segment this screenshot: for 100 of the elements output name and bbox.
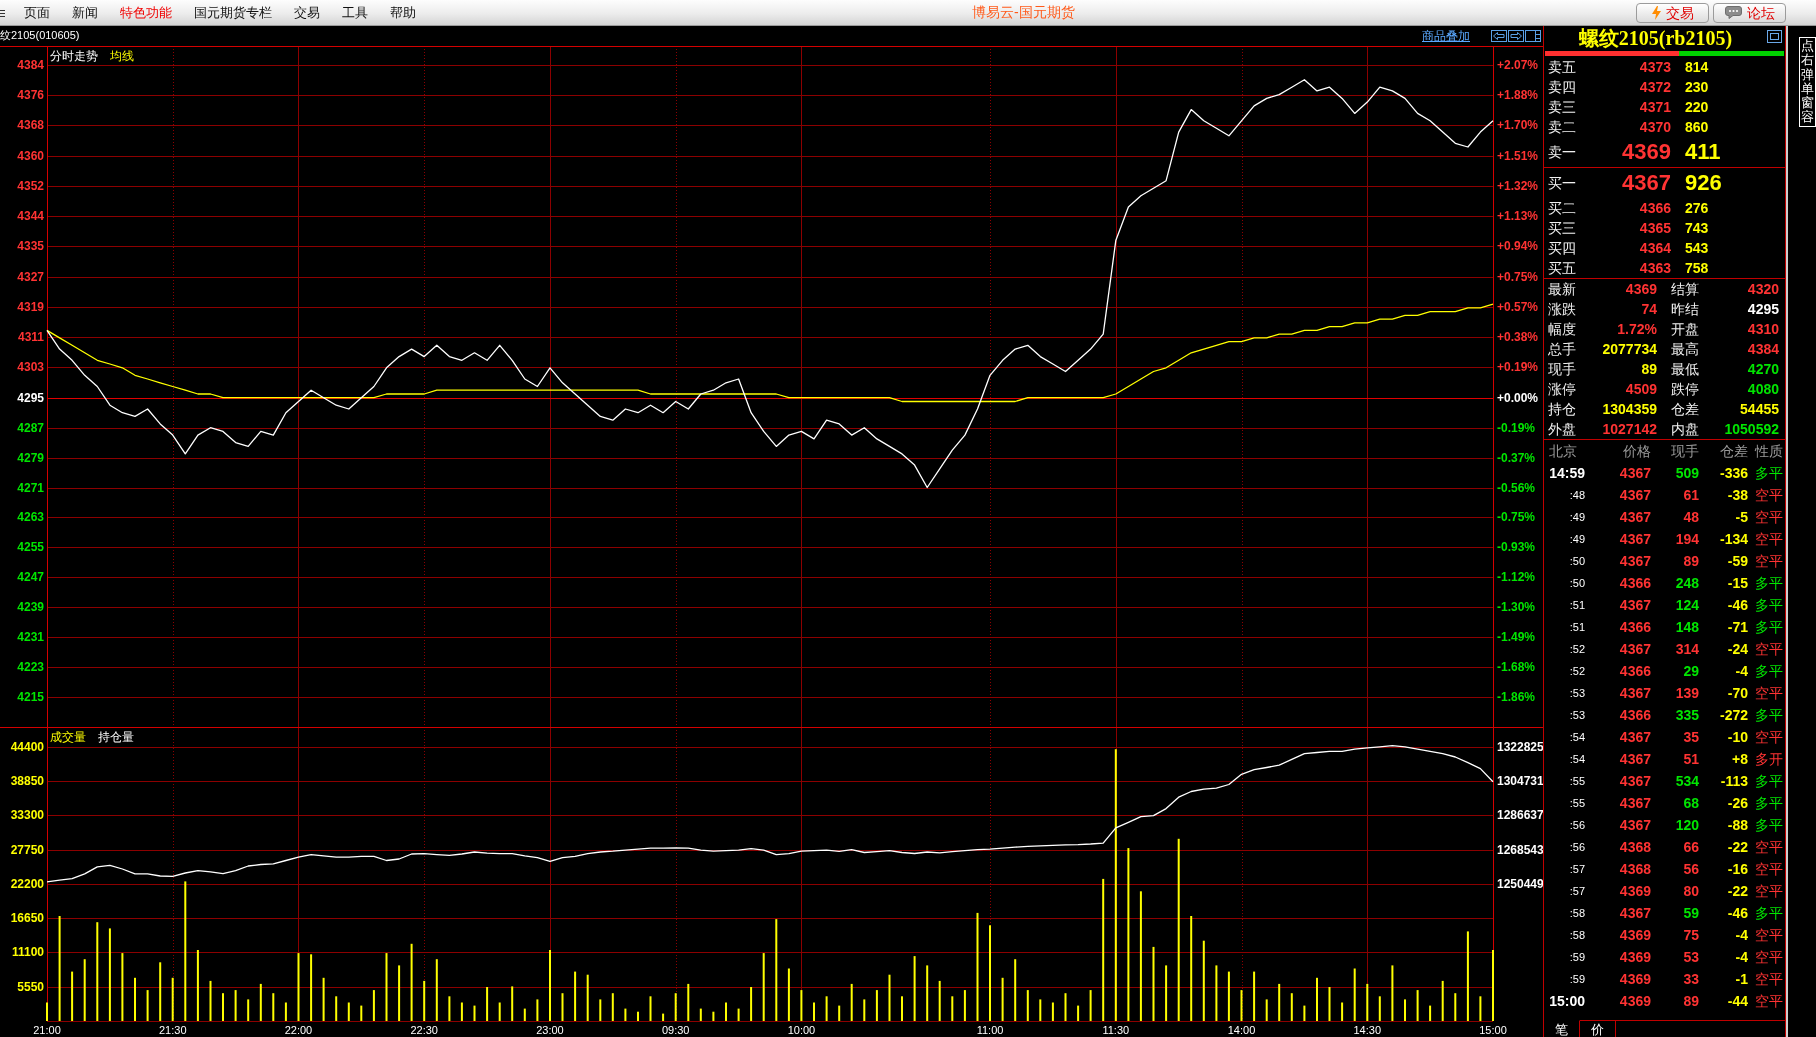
tick-price: 4368	[1619, 860, 1651, 878]
tick-time: :56	[1569, 840, 1585, 854]
axis-label: +0.19%	[1497, 360, 1539, 375]
tick-time: :57	[1569, 862, 1585, 876]
tick-oi-change: -4	[1735, 948, 1748, 966]
menu-item[interactable]: 国元期货专栏	[183, 1, 283, 24]
tick-oi-change: -113	[1720, 772, 1748, 790]
axis-label: +1.51%	[1497, 148, 1539, 163]
tick-oi-change: +8	[1732, 750, 1748, 768]
axis-label: 4223	[17, 660, 44, 675]
tick-time: :51	[1569, 620, 1585, 634]
axis-label: 4295	[17, 390, 44, 405]
tick-price: 4367	[1619, 684, 1651, 702]
maximize-icon[interactable]	[1767, 30, 1782, 43]
menu-item[interactable]: 页面	[13, 1, 61, 24]
right-arrow-icon[interactable]	[1508, 30, 1524, 42]
tick-price: 4366	[1619, 574, 1651, 592]
axis-label: 4279	[17, 450, 44, 465]
tick-volume: 56	[1683, 860, 1699, 878]
tick-price: 4367	[1619, 904, 1651, 922]
tick-volume: 35	[1683, 728, 1699, 746]
tick-time: :53	[1569, 708, 1585, 722]
tick-price: 4367	[1619, 464, 1651, 482]
ask-label: 卖四	[1548, 78, 1576, 96]
stat-label: 跌停	[1671, 380, 1699, 398]
axis-label: 1304731	[1497, 774, 1543, 789]
ask-label: 卖五	[1548, 58, 1576, 76]
tick-volume: 75	[1683, 926, 1699, 944]
tick-time: :55	[1569, 796, 1585, 810]
tick-price: 4366	[1619, 662, 1651, 680]
menu-item[interactable]: 工具	[331, 1, 379, 24]
tab[interactable]: 价	[1580, 1020, 1616, 1037]
tick-price: 4367	[1619, 772, 1651, 790]
menu-item[interactable]: 特色功能	[109, 1, 183, 24]
tick-time: :51	[1569, 598, 1585, 612]
tick-oi-change: -71	[1727, 618, 1748, 636]
stat-value: 2077734	[1602, 340, 1657, 358]
ask-volume: 230	[1685, 78, 1709, 96]
axis-label: 4319	[17, 299, 44, 314]
stat-value: 1.72%	[1617, 320, 1657, 338]
tick-nature: 空平	[1755, 970, 1783, 988]
tick-oi-change: -336	[1719, 464, 1748, 482]
tick-time: :49	[1569, 510, 1585, 524]
menu-item[interactable]: 帮助	[379, 1, 427, 24]
trade-button[interactable]: 交易	[1636, 2, 1709, 23]
tick-oi-change: -38	[1727, 486, 1748, 504]
tick-nature: 多平	[1755, 794, 1783, 812]
tick-price: 4369	[1619, 882, 1651, 900]
speech-bubble-icon	[1724, 6, 1742, 19]
stat-value: 89	[1641, 360, 1657, 378]
stat-label: 昨结	[1671, 300, 1699, 318]
axis-label: +2.07%	[1497, 57, 1539, 72]
tick-price: 4367	[1619, 750, 1651, 768]
tick-nature: 多平	[1755, 904, 1783, 922]
tick-price: 4367	[1619, 640, 1651, 658]
stat-value: 4384	[1747, 340, 1779, 358]
side-tab[interactable]: 点右弹单窗容	[1799, 37, 1816, 127]
axis-label: 4231	[17, 630, 44, 645]
menu-item[interactable]: 新闻	[61, 1, 109, 24]
ask-price: 4370	[1639, 118, 1671, 136]
stat-value: 4080	[1747, 380, 1779, 398]
tick-oi-change: -272	[1719, 706, 1748, 724]
axis-label: 4368	[17, 118, 44, 133]
stat-label: 最高	[1671, 340, 1699, 358]
tick-nature: 空平	[1755, 508, 1783, 526]
chart-title: 分时走势	[50, 49, 98, 63]
column-header: 性质	[1755, 442, 1783, 460]
left-arrow-icon[interactable]	[1491, 30, 1507, 42]
ask-volume: 411	[1685, 139, 1721, 165]
layout-icon[interactable]	[1525, 30, 1541, 42]
axis-label: 4271	[17, 480, 44, 495]
ask-price: 4369	[1622, 139, 1671, 165]
axis-label: +0.38%	[1497, 330, 1539, 345]
tick-time: :50	[1569, 576, 1585, 590]
tick-volume: 139	[1675, 684, 1699, 702]
menu-item[interactable]: 交易	[283, 1, 331, 24]
tick-price: 4367	[1619, 486, 1651, 504]
tick-time: :52	[1569, 642, 1585, 656]
tick-oi-change: -22	[1727, 882, 1748, 900]
axis-label: 4384	[17, 57, 44, 72]
axis-label: 4247	[17, 570, 44, 585]
bid-label: 买一	[1548, 174, 1576, 192]
ask-price: 4371	[1639, 98, 1671, 116]
stat-label: 涨停	[1548, 380, 1576, 398]
tick-nature: 多开	[1755, 750, 1783, 768]
ask-label: 卖一	[1548, 143, 1576, 161]
tick-volume: 66	[1683, 838, 1699, 856]
axis-label: 4352	[17, 178, 44, 193]
forum-button[interactable]: 论坛	[1713, 2, 1786, 23]
tick-volume: 124	[1675, 596, 1699, 614]
axis-label: -0.75%	[1497, 510, 1536, 525]
ask-label: 卖三	[1548, 98, 1576, 116]
tick-volume: 53	[1683, 948, 1699, 966]
overlay-link[interactable]: 商品叠加	[1422, 28, 1470, 44]
bid-volume: 276	[1685, 199, 1709, 217]
tick-volume: 148	[1675, 618, 1699, 636]
tick-oi-change: -4	[1735, 926, 1748, 944]
axis-label: -1.12%	[1497, 570, 1536, 585]
axis-label: +1.13%	[1497, 209, 1539, 224]
tick-price: 4369	[1619, 970, 1651, 988]
